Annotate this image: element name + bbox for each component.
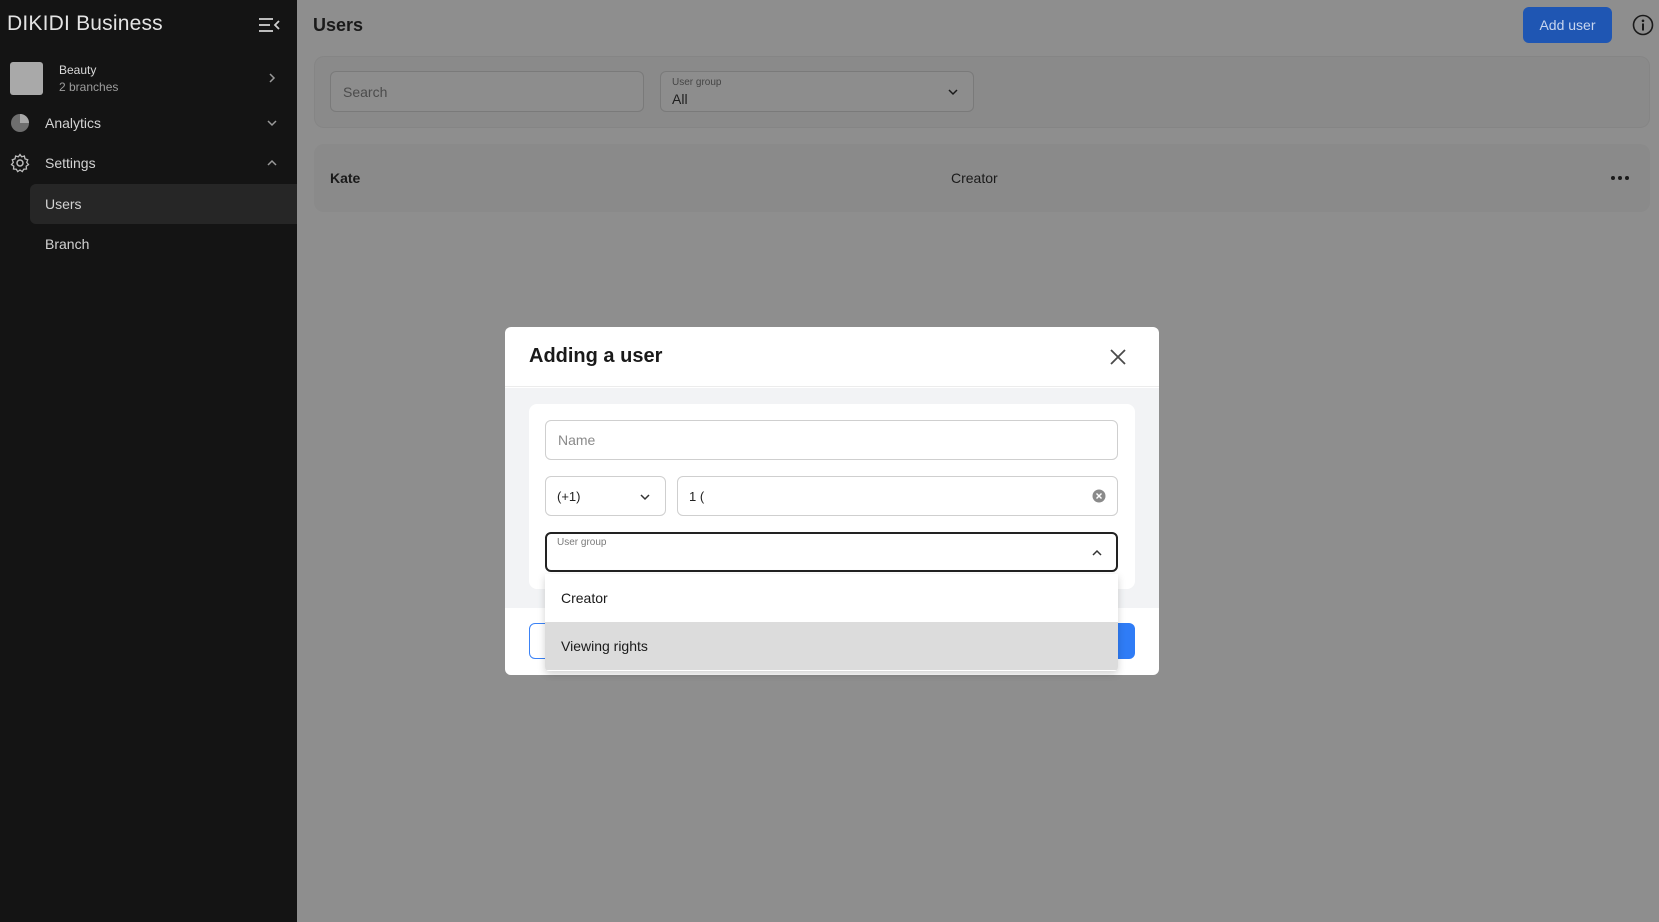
modal-title: Adding a user [529, 345, 663, 367]
sidebar-item-analytics[interactable]: Analytics [0, 103, 297, 143]
sidebar-item-users[interactable]: Users [30, 184, 297, 224]
page-title: Users [313, 15, 364, 35]
sidebar-item-label: Settings [45, 155, 96, 171]
chevron-up-icon [267, 159, 277, 166]
name-field[interactable] [545, 420, 1118, 460]
sidebar-subitem-label: Branch [45, 236, 90, 252]
brand-title: DIKIDI Business [7, 12, 163, 35]
sidebar-item-branch[interactable]: Branch [30, 224, 297, 264]
chevron-down-icon [640, 494, 650, 501]
country-code-value: (+1) [557, 489, 581, 504]
option-creator[interactable]: Creator [545, 574, 1118, 622]
modal-header: Adding a user [505, 327, 1159, 387]
close-icon[interactable] [1108, 347, 1128, 367]
sidebar-subitem-label: Users [45, 196, 82, 212]
user-name: Kate [330, 170, 361, 186]
sidebar-item-label: Analytics [45, 115, 102, 131]
table-row[interactable]: Kate Creator [314, 144, 1650, 212]
chevron-down-icon [267, 120, 277, 127]
branch-selector[interactable]: Beauty 2 branches [10, 62, 285, 98]
form-card: (+1) 1 ( User group [529, 404, 1135, 589]
user-group-select[interactable]: User group [545, 532, 1118, 572]
phone-field[interactable]: 1 ( [677, 476, 1118, 516]
more-options-icon[interactable] [1610, 174, 1630, 182]
option-viewing-rights[interactable]: Viewing rights [545, 622, 1118, 670]
filter-panel: User group All [314, 56, 1650, 128]
gear-icon [10, 153, 30, 173]
option-label: Viewing rights [561, 638, 648, 654]
user-group-select-label: User group [557, 537, 607, 548]
sidebar: DIKIDI Business Beauty 2 branches Analyt… [0, 0, 297, 922]
user-group-filter[interactable]: User group All [660, 71, 974, 112]
add-user-button[interactable]: Add user [1523, 7, 1612, 43]
chevron-up-icon [1092, 549, 1102, 556]
pie-chart-icon [11, 114, 29, 132]
collapse-sidebar-icon[interactable] [258, 16, 280, 34]
option-label: Creator [561, 590, 608, 606]
user-group-dropdown: Creator Viewing rights [545, 574, 1118, 671]
sidebar-item-settings[interactable]: Settings [0, 143, 297, 183]
country-code-select[interactable]: (+1) [545, 476, 666, 516]
chevron-down-icon [948, 89, 958, 96]
branch-name: Beauty [59, 63, 97, 77]
user-group-filter-label: User group [672, 77, 722, 88]
branch-count: 2 branches [59, 80, 119, 94]
clear-icon[interactable] [1092, 489, 1106, 503]
search-input[interactable] [330, 71, 644, 112]
user-role: Creator [951, 170, 998, 186]
branch-avatar [10, 62, 43, 95]
user-group-filter-value: All [672, 91, 688, 107]
info-icon[interactable] [1632, 14, 1654, 36]
phone-value: 1 ( [689, 489, 705, 504]
chevron-right-icon [269, 73, 276, 83]
